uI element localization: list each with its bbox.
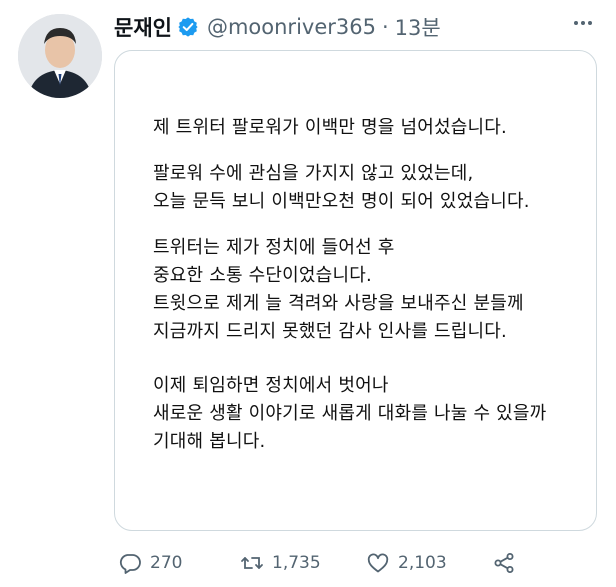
paragraph-3: 트위터는 제가 정치에 들어선 후 중요한 소통 수단이었습니다. 트윗으로 제… — [153, 234, 524, 346]
separator-dot: · — [381, 15, 389, 39]
text-line: 트윗으로 제게 늘 격려와 사랑을 보내주신 분들께 — [153, 293, 524, 314]
text-line: 팔로워 수에 관심을 가지지 않고 있었는데, — [153, 163, 474, 184]
text-line: 기대해 봅니다. — [153, 431, 266, 452]
more-icon[interactable] — [572, 12, 594, 34]
text-line: 지금까지 드리지 못했던 감사 인사를 드립니다. — [153, 321, 507, 342]
paragraph-1: 제 트위터 팔로워가 이백만 명을 넘어섰습니다. — [153, 114, 507, 142]
like-count: 2,103 — [398, 553, 447, 573]
tweet-actions: 270 1,735 2,103 — [114, 546, 597, 580]
author-handle[interactable]: @moonriver365 — [207, 15, 376, 39]
like-icon — [366, 551, 390, 575]
paragraph-4: 이제 퇴임하면 정치에서 벗어나 새로운 생활 이야기로 새롭게 대화를 나눌 … — [153, 372, 546, 456]
timestamp[interactable]: 13분 — [395, 12, 441, 42]
text-line: 오늘 문득 보니 이백만오천 명이 되어 있었습니다. — [153, 191, 530, 212]
reply-count: 270 — [150, 553, 183, 573]
text-line: 새로운 생활 이야기로 새롭게 대화를 나눌 수 있을까 — [153, 403, 547, 424]
paragraph-2: 팔로워 수에 관심을 가지지 않고 있었는데, 오늘 문득 보니 이백만오천 명… — [153, 160, 530, 216]
retweet-count: 1,735 — [272, 553, 321, 573]
text-line: 트위터는 제가 정치에 들어선 후 — [153, 237, 395, 258]
tweet-header: 문재인 @moonriver365 · 13분 — [114, 10, 441, 44]
text-line: 제 트위터 팔로워가 이백만 명을 넘어섰습니다. — [153, 117, 507, 138]
share-icon — [492, 551, 516, 575]
like-button[interactable]: 2,103 — [366, 546, 447, 580]
verified-icon — [177, 16, 199, 38]
share-button[interactable] — [492, 546, 516, 580]
retweet-icon — [240, 551, 264, 575]
author-name[interactable]: 문재인 — [114, 12, 172, 42]
avatar[interactable] — [18, 14, 102, 98]
retweet-button[interactable]: 1,735 — [240, 546, 321, 580]
reply-icon — [118, 551, 142, 575]
reply-button[interactable]: 270 — [118, 546, 182, 580]
avatar-image — [18, 14, 102, 98]
text-line: 이제 퇴임하면 정치에서 벗어나 — [153, 375, 389, 396]
text-line: 중요한 소통 수단이었습니다. — [153, 265, 372, 286]
